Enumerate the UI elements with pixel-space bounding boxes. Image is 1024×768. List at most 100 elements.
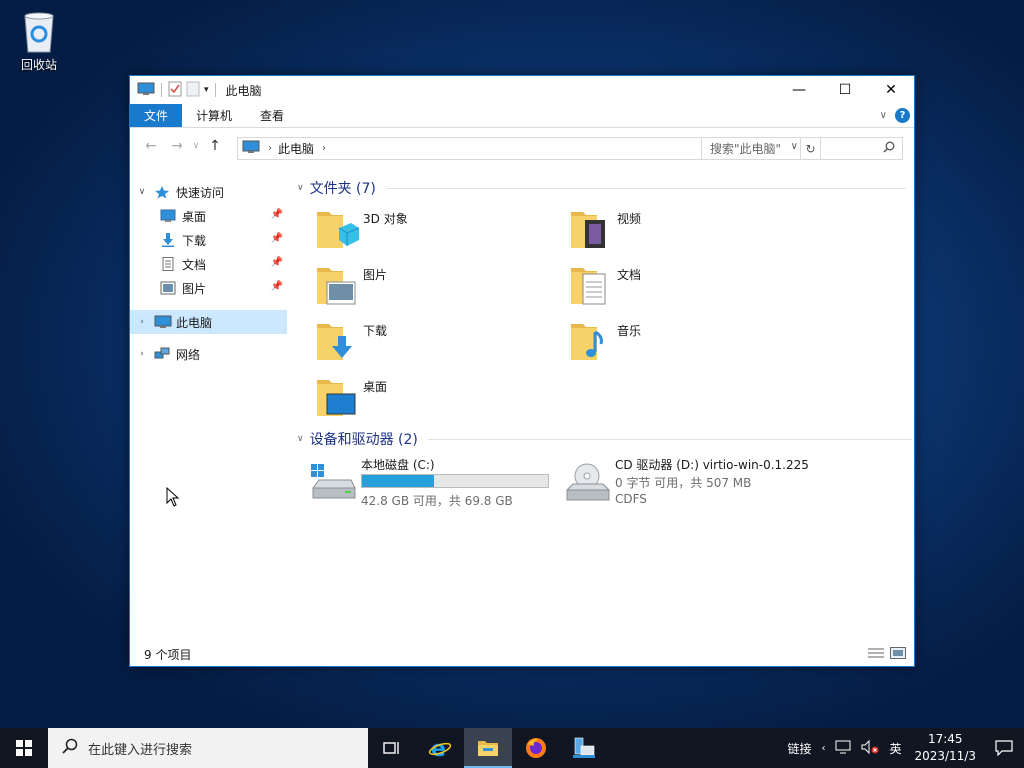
start-button[interactable] <box>0 728 48 768</box>
folder-name: 图片 <box>363 268 388 282</box>
drive-d[interactable]: CD 驱动器 (D:) virtio-win-0.1.225 0 字节 可用，共… <box>563 456 823 512</box>
pin-icon: 📌 <box>270 257 283 268</box>
music-icon <box>569 318 615 364</box>
taskbar-search-placeholder: 在此键入进行搜索 <box>88 742 193 758</box>
recycle-bin-icon <box>18 6 60 54</box>
download-icon <box>315 318 361 364</box>
group-title: 文件夹 (7) <box>309 181 376 197</box>
3d-objects-icon <box>315 206 361 252</box>
action-center-icon[interactable] <box>830 740 856 757</box>
folder-3d-objects[interactable]: 3D 对象 <box>315 206 535 256</box>
close-button[interactable]: ✕ <box>868 76 914 104</box>
search-input[interactable]: 搜索"此电脑" <box>701 137 903 160</box>
maximize-button[interactable]: ☐ <box>822 76 868 104</box>
group-title: 设备和驱动器 (2) <box>309 432 418 448</box>
folder-videos[interactable]: 视频 <box>569 206 789 256</box>
breadcrumb-separator-icon[interactable]: › <box>268 143 272 154</box>
download-icon <box>160 233 176 247</box>
sidebar-item-pictures[interactable]: 图片 📌 <box>130 276 287 300</box>
drive-filesystem: CDFS <box>615 492 647 506</box>
folder-name: 文档 <box>617 268 642 282</box>
new-folder-icon[interactable] <box>186 81 200 100</box>
folder-name: 视频 <box>617 212 642 226</box>
clock-time: 17:45 <box>927 732 963 746</box>
clock[interactable]: 17:45 2023/11/3 <box>906 731 984 765</box>
title-bar: ▾ 此电脑 — ☐ ✕ <box>130 76 914 104</box>
pin-icon: 📌 <box>270 209 283 220</box>
server-manager-icon[interactable] <box>560 728 608 768</box>
firefox-icon[interactable] <box>512 728 560 768</box>
file-explorer-icon[interactable] <box>464 728 512 768</box>
forward-icon[interactable]: → <box>164 138 190 154</box>
up-icon[interactable]: ↑ <box>202 138 228 154</box>
chevron-right-icon[interactable]: › <box>136 317 148 327</box>
sidebar-item-network[interactable]: › 网络 <box>130 342 287 366</box>
folder-name: 桌面 <box>363 380 388 394</box>
expand-ribbon-icon[interactable]: ∨ <box>880 110 887 121</box>
folder-music[interactable]: 音乐 <box>569 318 789 368</box>
minimize-button[interactable]: — <box>776 76 822 104</box>
content-pane: ∨ 文件夹 (7) 3D 对象 视频 图片 文档 下载 音乐 桌面 ∨ 设备和驱… <box>287 176 914 642</box>
sidebar-item-label: 快速访问 <box>176 185 225 200</box>
breadcrumb-separator-icon[interactable]: › <box>322 143 326 154</box>
internet-explorer-icon[interactable]: e <box>416 728 464 768</box>
sidebar-item-label: 图片 <box>182 281 207 296</box>
breadcrumb[interactable]: 此电脑 <box>278 140 314 157</box>
drives-group-header[interactable]: ∨ 设备和驱动器 (2) <box>297 429 912 449</box>
sidebar-item-this-pc[interactable]: › 此电脑 <box>130 310 287 334</box>
volume-muted-icon[interactable] <box>856 739 884 757</box>
drive-c[interactable]: 本地磁盘 (C:) 42.8 GB 可用，共 69.8 GB <box>309 456 559 512</box>
sidebar-item-label: 下载 <box>182 233 207 248</box>
tab-file[interactable]: 文件 <box>130 104 183 127</box>
folders-group-header[interactable]: ∨ 文件夹 (7) <box>297 178 906 198</box>
folder-downloads[interactable]: 下载 <box>315 318 535 368</box>
large-icons-view-icon[interactable] <box>890 647 906 662</box>
customize-qat-icon[interactable]: ▾ <box>204 85 209 95</box>
drive-info: 0 字节 可用，共 507 MB <box>615 476 752 490</box>
windows-logo-icon <box>16 740 32 756</box>
input-method-indicator[interactable]: 英 <box>884 740 906 757</box>
tab-view[interactable]: 查看 <box>246 104 298 127</box>
folder-name: 3D 对象 <box>363 212 408 226</box>
chevron-down-icon[interactable]: ∨ <box>297 183 304 193</box>
ribbon-tabs: 文件 计算机 查看 ∨ ? <box>130 104 914 128</box>
drive-info: 42.8 GB 可用，共 69.8 GB <box>361 494 513 508</box>
help-icon[interactable]: ? <box>895 108 910 123</box>
cd-drive-icon <box>563 462 611 504</box>
explorer-window: ▾ 此电脑 — ☐ ✕ 文件 计算机 查看 ∨ ? ← → ∨ ↑ › 此电脑 … <box>129 75 915 667</box>
notification-icon[interactable] <box>984 740 1024 756</box>
sidebar-item-desktop[interactable]: 桌面 📌 <box>130 204 287 228</box>
system-tray: 链接 ‹ 英 17:45 2023/11/3 <box>782 728 1024 768</box>
folder-pictures[interactable]: 图片 <box>315 262 535 312</box>
taskbar: 在此键入进行搜索 e 链接 ‹ 英 17:45 2023/11/3 <box>0 728 1024 768</box>
mouse-cursor-icon <box>166 486 180 510</box>
chevron-down-icon[interactable]: ∨ <box>136 187 148 197</box>
links-toolbar[interactable]: 链接 <box>782 740 816 757</box>
video-icon <box>569 206 615 252</box>
back-icon[interactable]: ← <box>138 138 164 154</box>
chevron-right-icon[interactable]: › <box>136 349 148 359</box>
chevron-left-icon[interactable]: ‹ <box>816 743 830 754</box>
taskbar-search-box[interactable]: 在此键入进行搜索 <box>48 728 368 768</box>
folder-desktop[interactable]: 桌面 <box>315 374 535 424</box>
pin-icon: 📌 <box>270 233 283 244</box>
recent-locations-icon[interactable]: ∨ <box>190 141 202 151</box>
details-view-icon[interactable] <box>868 647 884 662</box>
chevron-down-icon[interactable]: ∨ <box>297 434 304 444</box>
drive-usage-bar <box>361 474 549 488</box>
item-count: 9 个项目 <box>144 647 192 662</box>
document-icon <box>569 262 615 308</box>
desktop-recycle-bin[interactable]: 回收站 <box>8 6 70 73</box>
sidebar-item-label: 文档 <box>182 257 207 272</box>
drive-name: 本地磁盘 (C:) <box>361 458 435 472</box>
document-icon <box>160 257 176 271</box>
sidebar-item-downloads[interactable]: 下载 📌 <box>130 228 287 252</box>
folder-documents[interactable]: 文档 <box>569 262 789 312</box>
properties-icon[interactable] <box>168 81 182 100</box>
sidebar-item-quick-access[interactable]: ∨ 快速访问 <box>130 180 287 204</box>
quick-access-toolbar: ▾ <box>130 81 218 100</box>
task-view-icon[interactable] <box>368 728 416 768</box>
sidebar-item-label: 网络 <box>176 347 201 362</box>
tab-computer[interactable]: 计算机 <box>182 104 246 127</box>
sidebar-item-documents[interactable]: 文档 📌 <box>130 252 287 276</box>
